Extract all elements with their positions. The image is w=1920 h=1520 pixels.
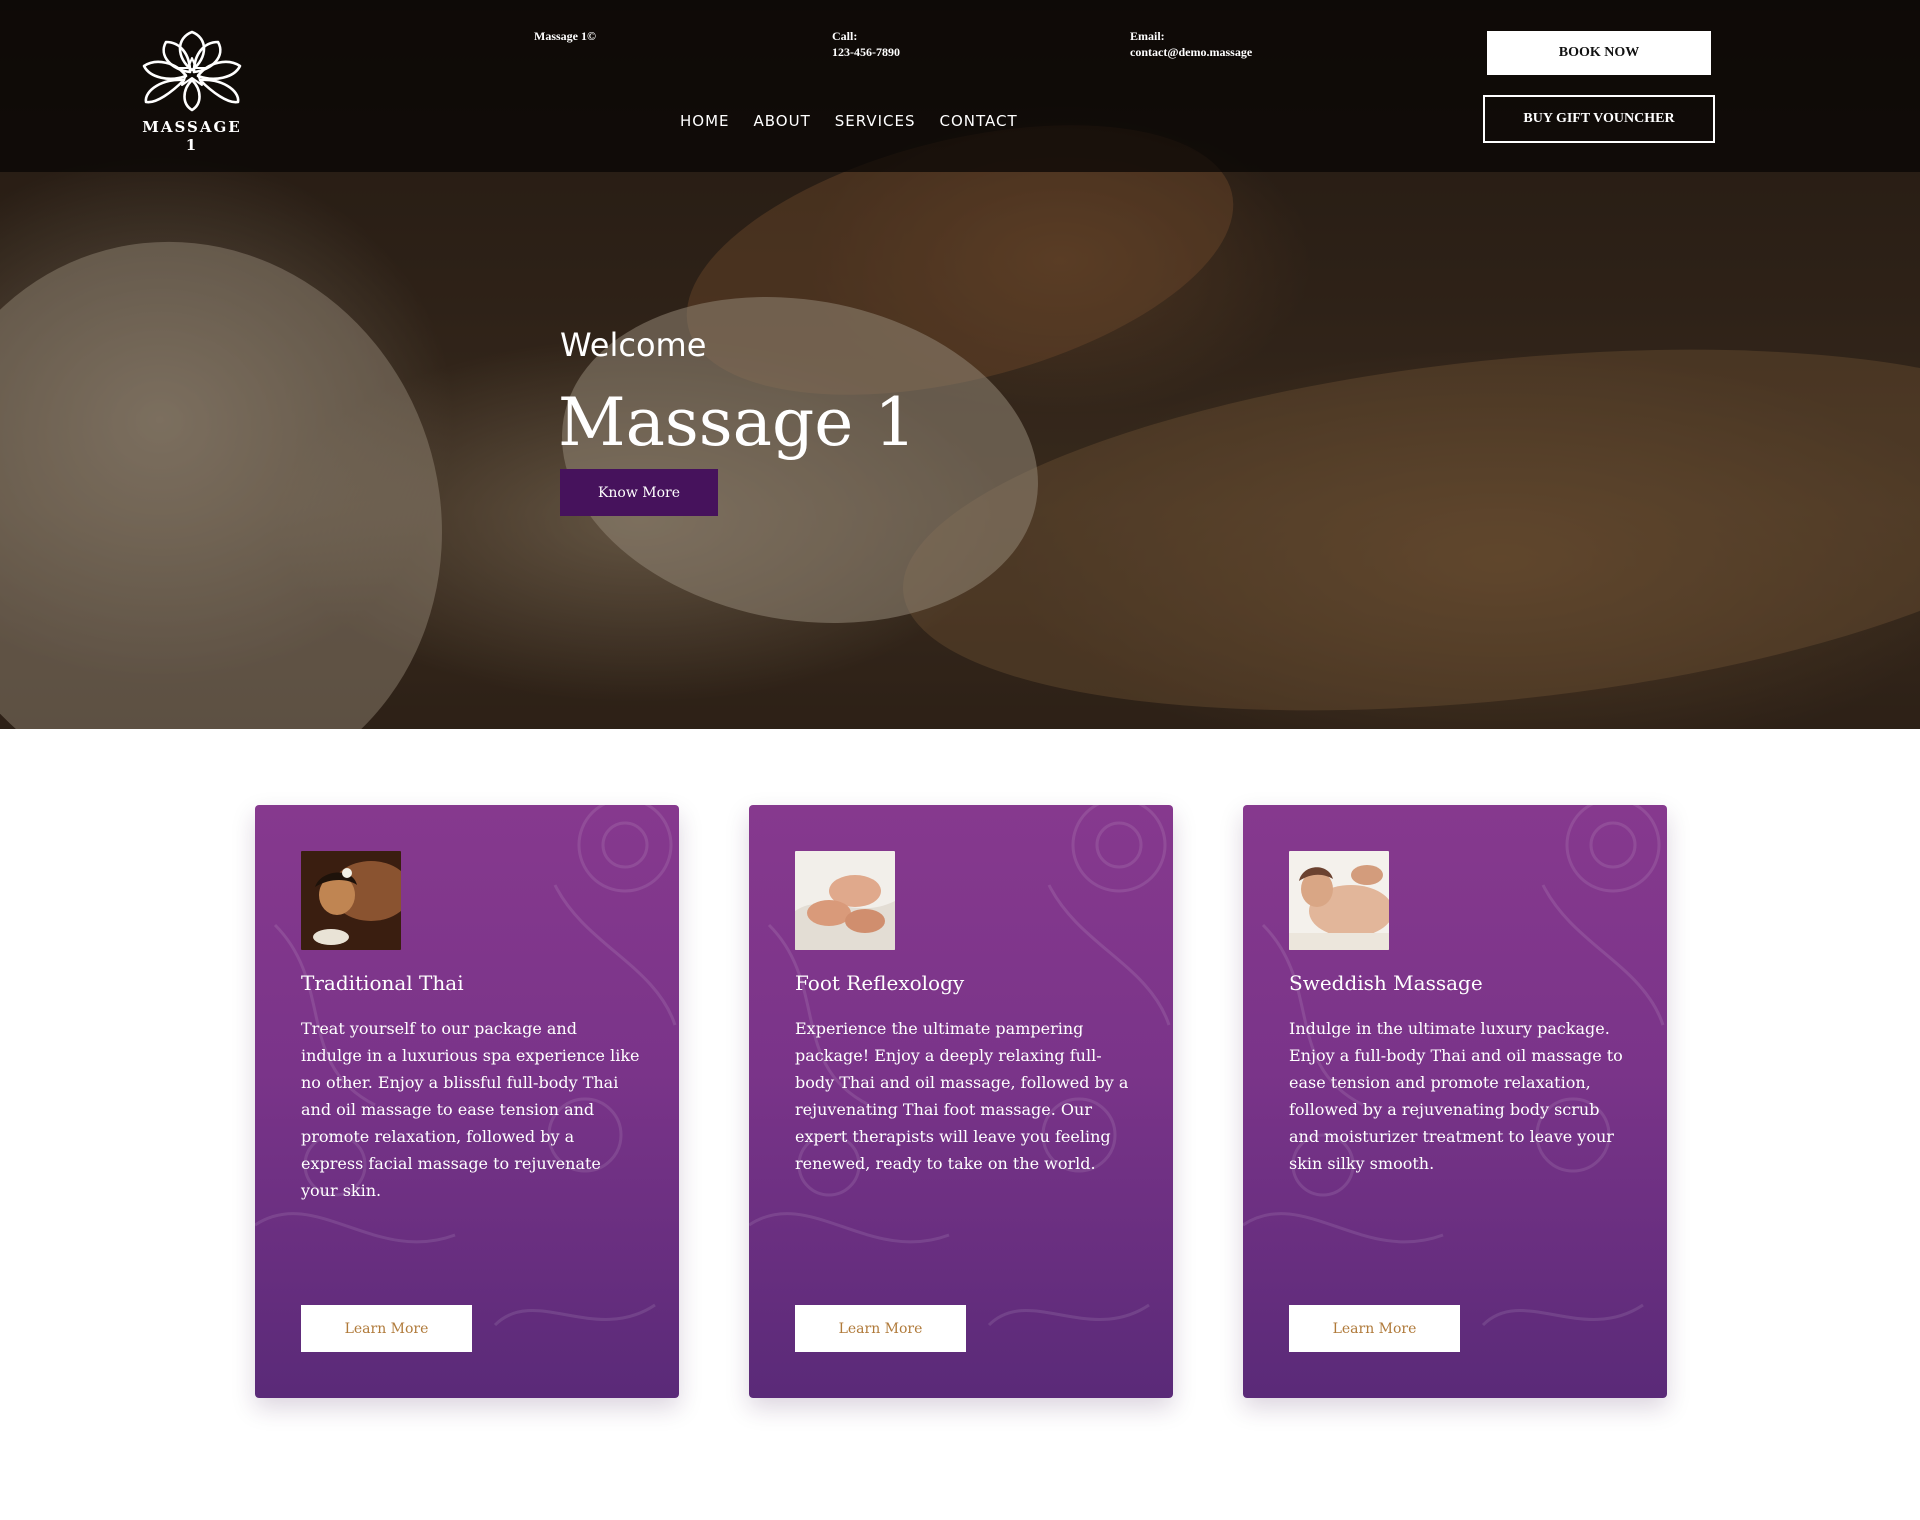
card-title: Sweddish Massage <box>1289 971 1483 995</box>
back-massage-photo <box>1289 851 1389 950</box>
card-description: Experience the ultimate pampering packag… <box>795 1019 1129 1173</box>
email-info: Email: contact@demo.massage <box>1130 28 1252 60</box>
card-description: Indulge in the ultimate luxury package. … <box>1289 1019 1623 1173</box>
buy-gift-voucher-button[interactable]: BUY GIFT VOUNCHER <box>1483 95 1715 143</box>
lotus-flower-icon <box>142 30 242 112</box>
email-address[interactable]: contact@demo.massage <box>1130 44 1252 60</box>
woman-massage-photo <box>301 851 401 950</box>
call-label: Call: <box>832 29 858 43</box>
hero-title: Massage 1 <box>558 384 917 461</box>
card-description: Treat yourself to our package and indulg… <box>301 1019 640 1200</box>
service-card-traditional-thai: Traditional Thai Treat yourself to our p… <box>255 805 679 1398</box>
learn-more-button[interactable]: Learn More <box>1289 1305 1460 1352</box>
service-card-foot-reflexology: Foot Reflexology Experience the ultimate… <box>749 805 1173 1398</box>
foot-massage-photo <box>795 851 895 950</box>
nav-about[interactable]: ABOUT <box>754 112 811 130</box>
book-now-button[interactable]: BOOK NOW <box>1487 31 1711 75</box>
nav-contact[interactable]: CONTACT <box>940 112 1018 130</box>
nav-services[interactable]: SERVICES <box>835 112 916 130</box>
learn-more-button[interactable]: Learn More <box>301 1305 472 1352</box>
card-title: Foot Reflexology <box>795 971 965 995</box>
main-nav: HOME ABOUT SERVICES CONTACT <box>680 112 1018 130</box>
site-header: MASSAGE 1 Massage 1© Call: 123-456-7890 … <box>0 0 1920 172</box>
call-number[interactable]: 123-456-7890 <box>832 44 900 60</box>
learn-more-button[interactable]: Learn More <box>795 1305 966 1352</box>
brand-info: Massage 1© <box>534 28 596 44</box>
know-more-button[interactable]: Know More <box>560 469 718 516</box>
brand-info-text: Massage 1© <box>534 29 596 43</box>
card-title: Traditional Thai <box>301 971 464 995</box>
logo-wordmark: MASSAGE 1 <box>142 118 242 154</box>
site-logo[interactable]: MASSAGE 1 <box>136 30 248 154</box>
email-label: Email: <box>1130 29 1165 43</box>
service-card-sweddish-massage: Sweddish Massage Indulge in the ultimate… <box>1243 805 1667 1398</box>
hero-welcome-text: Welcome <box>560 326 707 364</box>
nav-home[interactable]: HOME <box>680 112 730 130</box>
call-info: Call: 123-456-7890 <box>832 28 900 60</box>
